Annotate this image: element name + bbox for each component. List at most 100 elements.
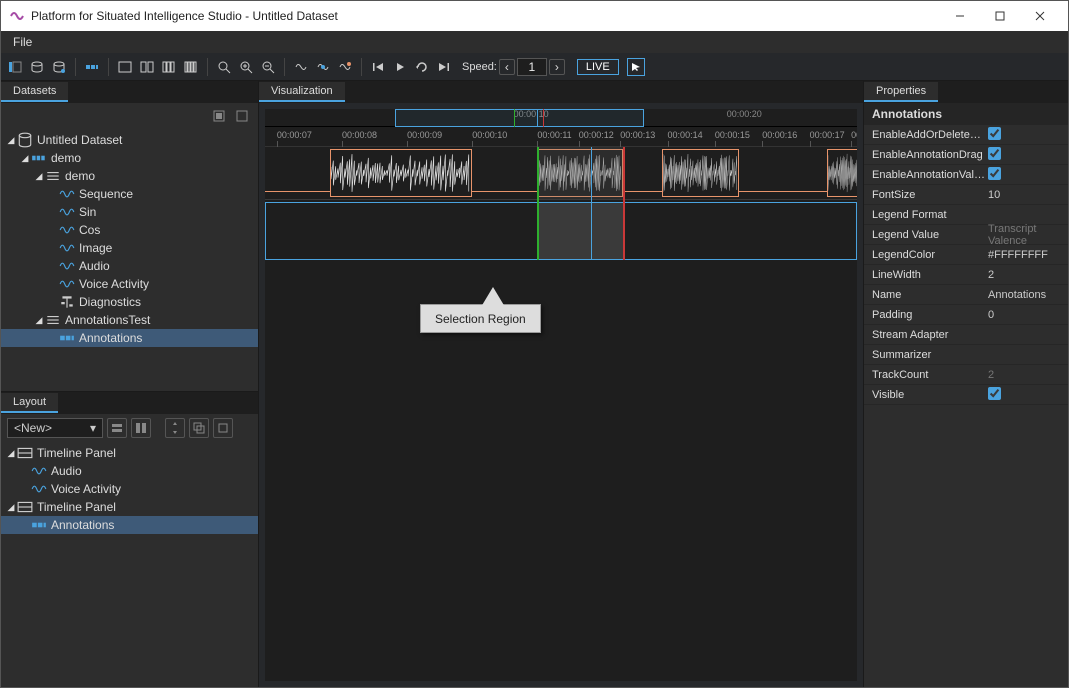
datasets-action-1-icon[interactable] [209, 106, 229, 126]
property-value[interactable]: 10 [988, 189, 1060, 201]
property-value[interactable] [988, 127, 1060, 143]
datasets-action-2-icon[interactable] [232, 106, 252, 126]
audio-segment[interactable] [662, 149, 739, 197]
tree-item[interactable]: ◢Timeline Panel [1, 444, 258, 462]
layout-tree: ◢Timeline PanelAudioVoice Activity◢Timel… [1, 442, 258, 536]
layout-splitpanel-icon[interactable] [131, 418, 151, 438]
overview-viewbox[interactable] [395, 109, 644, 127]
zoom-icon[interactable] [214, 57, 234, 77]
panel-1col-icon[interactable] [115, 57, 135, 77]
cursor-mode-icon[interactable] [291, 57, 311, 77]
tree-item[interactable]: Audio [1, 462, 258, 480]
tree-item[interactable]: ◢Timeline Panel [1, 498, 258, 516]
tree-item[interactable]: ◢demo [1, 149, 258, 167]
zoom-in-icon[interactable] [236, 57, 256, 77]
pointer-tool-icon[interactable] [627, 58, 645, 76]
cursor-snap-icon[interactable] [313, 57, 333, 77]
tree-item[interactable]: Sin [1, 203, 258, 221]
maximize-button[interactable] [980, 1, 1020, 31]
property-value[interactable] [988, 167, 1060, 183]
property-value[interactable]: 0 [988, 309, 1060, 321]
ruler-tick: 00:00:16 [762, 130, 797, 140]
property-checkbox[interactable] [988, 147, 1001, 160]
tree-item[interactable]: ◢Untitled Dataset [1, 131, 258, 149]
expand-arrow-icon[interactable]: ◢ [19, 153, 31, 164]
tree-item[interactable]: Diagnostics [1, 293, 258, 311]
visualization-canvas[interactable]: 00:00:1000:00:20 00:00:0700:00:0800:00:0… [265, 109, 857, 681]
live-button[interactable]: LIVE [577, 59, 619, 75]
close-button[interactable] [1020, 1, 1060, 31]
skip-start-icon[interactable] [368, 57, 388, 77]
tree-item[interactable]: Annotations [1, 329, 258, 347]
speed-decrement-button[interactable]: ‹ [499, 59, 515, 75]
tree-item[interactable]: Annotations [1, 516, 258, 534]
tree-item[interactable]: Voice Activity [1, 275, 258, 293]
tree-item[interactable]: Audio [1, 257, 258, 275]
layout-copy-icon[interactable] [189, 418, 209, 438]
audio-segment[interactable] [330, 149, 472, 197]
property-row: Stream Adapter [864, 325, 1068, 345]
tree-item[interactable]: Image [1, 239, 258, 257]
layout-selector[interactable]: <New> ▾ [7, 418, 103, 438]
layout-tab[interactable]: Layout [1, 393, 58, 413]
timeline-overview[interactable]: 00:00:1000:00:20 [265, 109, 857, 127]
property-value[interactable] [988, 387, 1060, 403]
overview-marker [543, 109, 544, 127]
property-checkbox[interactable] [988, 387, 1001, 400]
expand-arrow-icon[interactable]: ◢ [33, 315, 45, 326]
datasets-tab[interactable]: Datasets [1, 82, 68, 102]
tree-item-label: Cos [79, 223, 100, 237]
properties-tab[interactable]: Properties [864, 82, 938, 102]
property-value[interactable] [988, 147, 1060, 163]
expand-arrow-icon[interactable]: ◢ [5, 448, 17, 459]
annotation-tool-icon[interactable] [82, 57, 102, 77]
layout-addpanel-icon[interactable] [107, 418, 127, 438]
selection-region[interactable] [537, 203, 623, 259]
wave-icon [31, 482, 47, 496]
property-row: TrackCount2 [864, 365, 1068, 385]
anno-icon [31, 518, 47, 532]
property-value[interactable]: 2 [988, 269, 1060, 281]
property-checkbox[interactable] [988, 127, 1001, 140]
cursor-follow-icon[interactable] [335, 57, 355, 77]
tree-item[interactable]: Cos [1, 221, 258, 239]
property-value[interactable]: Annotations [988, 289, 1060, 301]
expand-arrow-icon[interactable]: ◢ [5, 502, 17, 513]
timeline-ruler[interactable]: 00:00:0700:00:0800:00:0900:00:1000:00:11… [265, 127, 857, 147]
layout-move-icon[interactable] [165, 418, 185, 438]
skip-end-icon[interactable] [434, 57, 454, 77]
minimize-button[interactable] [940, 1, 980, 31]
visualization-tab[interactable]: Visualization [259, 82, 345, 102]
tree-item[interactable]: Voice Activity [1, 480, 258, 498]
dataset-create-icon[interactable] [27, 57, 47, 77]
panel-4col-icon[interactable] [181, 57, 201, 77]
speed-increment-button[interactable]: › [549, 59, 565, 75]
property-key: FontSize [872, 189, 988, 201]
expand-arrow-icon[interactable]: ◢ [5, 135, 17, 146]
panel-2col-icon[interactable] [137, 57, 157, 77]
play-icon[interactable] [390, 57, 410, 77]
audio-track[interactable] [265, 147, 857, 200]
tree-item[interactable]: ◢demo [1, 167, 258, 185]
panel-3col-icon[interactable] [159, 57, 179, 77]
speed-input[interactable] [517, 58, 547, 76]
zoom-out-icon[interactable] [258, 57, 278, 77]
ruler-tick: 00:00:12 [579, 130, 614, 140]
property-key: Summarizer [872, 349, 988, 361]
tree-item-label: Voice Activity [79, 277, 149, 291]
annotation-track[interactable] [265, 202, 857, 260]
file-menu[interactable]: File [7, 33, 38, 51]
timeline-tracks[interactable] [265, 147, 857, 260]
property-checkbox[interactable] [988, 167, 1001, 180]
tree-item[interactable]: Sequence [1, 185, 258, 203]
layout-1-icon[interactable] [5, 57, 25, 77]
expand-arrow-icon[interactable]: ◢ [33, 171, 45, 182]
property-value[interactable]: Transcript Valence [988, 223, 1060, 247]
tree-item[interactable]: ◢AnnotationsTest [1, 311, 258, 329]
layout-delete-icon[interactable] [213, 418, 233, 438]
dataset-open-icon[interactable] [49, 57, 69, 77]
loop-icon[interactable] [412, 57, 432, 77]
audio-segment[interactable] [827, 149, 857, 197]
property-value[interactable]: #FFFFFFFF [988, 249, 1060, 261]
property-value[interactable]: 2 [988, 369, 1060, 381]
